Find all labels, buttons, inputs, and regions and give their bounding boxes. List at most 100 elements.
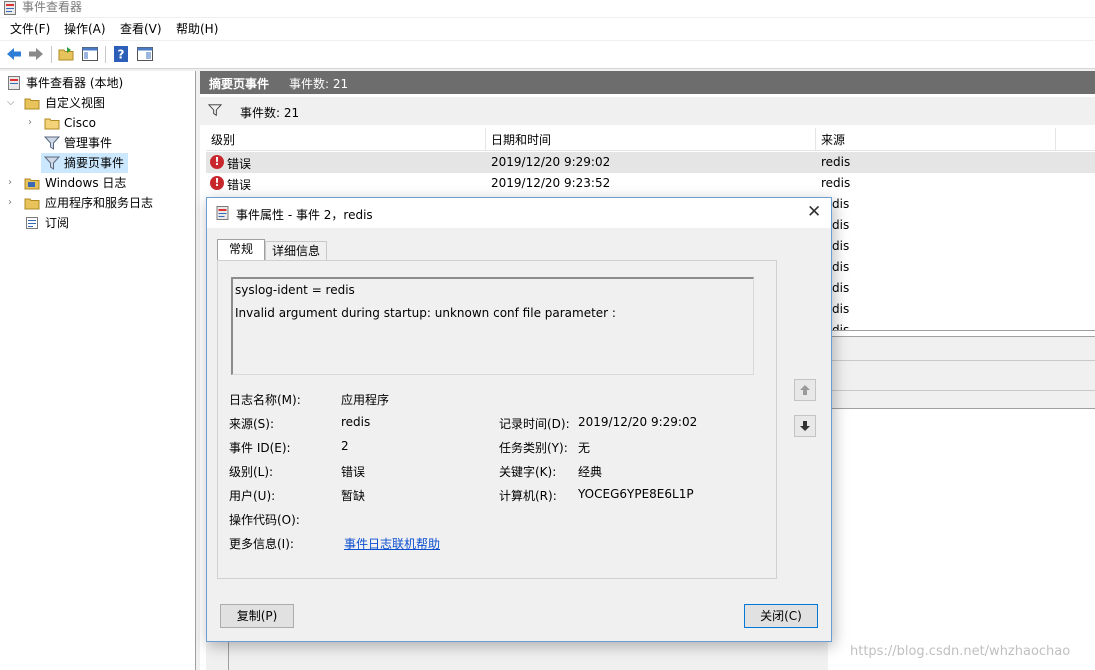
event-id-label: 事件 ID(E): xyxy=(229,441,291,455)
toolbar: ? xyxy=(0,41,1095,69)
preview-divider xyxy=(828,390,1095,391)
tree-item-custom-views[interactable]: ⌵ 自定义视图 xyxy=(4,93,194,113)
opcode-label: 操作代码(O): xyxy=(229,513,300,527)
pane-header: 摘要页事件 事件数: 21 xyxy=(200,71,1095,94)
tree-item-subscriptions[interactable]: 订阅 xyxy=(4,213,194,233)
chevron-down-icon[interactable]: ⌵ xyxy=(7,93,17,113)
error-icon: ! xyxy=(210,155,224,169)
preview-content xyxy=(828,408,1095,670)
tree-item-summary-events[interactable]: 摘要页事件 xyxy=(41,153,128,173)
chevron-right-icon[interactable]: › xyxy=(28,113,38,133)
table-row[interactable]: ! 错误 2019/12/20 9:23:52 redis xyxy=(206,173,1095,194)
dialog-title-bar[interactable]: 事件属性 - 事件 2，redis ✕ xyxy=(207,198,831,228)
tree-label-summary-events: 摘要页事件 xyxy=(64,156,125,170)
chevron-right-icon[interactable]: › xyxy=(8,173,18,193)
close-icon[interactable]: ✕ xyxy=(807,202,821,222)
action-pane-icon[interactable] xyxy=(136,45,154,63)
logged-value: 2019/12/20 9:29:02 xyxy=(578,415,698,429)
window-title-bar: 事件查看器 xyxy=(0,0,1095,17)
back-icon[interactable] xyxy=(5,45,23,63)
event-viewer-icon xyxy=(8,76,20,90)
menu-file[interactable]: 文件(F) xyxy=(10,21,50,37)
tree-label-root: 事件查看器 (本地) xyxy=(26,76,124,90)
tree-label-windows-logs: Windows 日志 xyxy=(45,176,127,190)
row-source: dis xyxy=(832,197,850,211)
level-label: 级别(L): xyxy=(229,465,274,479)
row-source: dis xyxy=(832,260,850,274)
window-title: 事件查看器 xyxy=(22,0,83,14)
folder-icon xyxy=(24,198,40,210)
tree-label-cisco: Cisco xyxy=(64,116,96,130)
folder-icon xyxy=(44,118,60,130)
general-tab-panel: syslog-ident = redis Invalid argument du… xyxy=(217,260,777,579)
row-level: 错误 xyxy=(227,178,252,192)
folder-icon xyxy=(24,98,40,110)
row-source: redis xyxy=(821,155,851,169)
event-properties-dialog: 事件属性 - 事件 2，redis ✕ 常规 详细信息 syslog-ident… xyxy=(206,197,832,642)
menu-help[interactable]: 帮助(H) xyxy=(176,21,218,37)
column-divider[interactable] xyxy=(485,128,486,150)
level-value: 错误 xyxy=(341,465,366,479)
message-line: Invalid argument during startup: unknown… xyxy=(235,306,616,320)
tree-item-cisco[interactable]: › Cisco xyxy=(4,113,194,133)
online-help-link[interactable]: 事件日志联机帮助 xyxy=(344,535,440,552)
close-button[interactable]: 关闭(C) xyxy=(744,604,818,628)
task-category-label: 任务类别(Y): xyxy=(499,441,568,455)
source-label: 来源(S): xyxy=(229,417,275,431)
row-source: dis xyxy=(832,239,850,253)
message-line: syslog-ident = redis xyxy=(235,283,355,297)
svg-text:?: ? xyxy=(118,48,125,62)
chevron-right-icon[interactable]: › xyxy=(8,193,18,213)
preview-divider xyxy=(828,360,1095,361)
table-row[interactable]: ! 错误 2019/12/20 9:29:02 redis xyxy=(206,152,1095,173)
column-divider[interactable] xyxy=(1055,128,1056,150)
tree-label-custom-views: 自定义视图 xyxy=(45,96,106,110)
filter-icon xyxy=(44,136,60,150)
subscription-icon xyxy=(26,217,38,229)
previous-event-button[interactable] xyxy=(794,379,816,401)
event-message-box[interactable]: syslog-ident = redis Invalid argument du… xyxy=(231,277,754,375)
tab-general[interactable]: 常规 xyxy=(217,239,265,260)
tree-label-subscriptions: 订阅 xyxy=(45,216,70,230)
row-datetime: 2019/12/20 9:29:02 xyxy=(491,155,611,169)
source-value: redis xyxy=(341,415,371,429)
watermark-text: https://blog.csdn.net/whzhaochao xyxy=(850,644,1071,659)
menu-action[interactable]: 操作(A) xyxy=(64,21,106,37)
column-header-datetime[interactable]: 日期和时间 xyxy=(491,131,551,148)
more-info-label: 更多信息(I): xyxy=(229,537,294,551)
row-datetime: 2019/12/20 9:23:52 xyxy=(491,176,611,190)
filter-icon xyxy=(208,104,222,117)
event-viewer-icon xyxy=(216,206,229,220)
pane-event-count: 事件数: 21 xyxy=(289,77,349,91)
log-name-value: 应用程序 xyxy=(341,393,390,407)
tree-item-app-service-logs[interactable]: › 应用程序和服务日志 xyxy=(4,193,194,213)
column-divider[interactable] xyxy=(815,128,816,150)
menu-view[interactable]: 查看(V) xyxy=(120,21,162,37)
computer-label: 计算机(R): xyxy=(499,489,557,503)
copy-button[interactable]: 复制(P) xyxy=(220,604,294,628)
arrow-up-icon xyxy=(800,385,810,395)
logged-label: 记录时间(D): xyxy=(499,417,570,431)
open-folder-icon[interactable] xyxy=(58,45,76,63)
console-tree-icon[interactable] xyxy=(81,45,99,63)
help-icon[interactable]: ? xyxy=(112,45,130,63)
column-header-level[interactable]: 级别 xyxy=(211,131,235,148)
next-event-button[interactable] xyxy=(794,415,816,437)
tree-item-windows-logs[interactable]: › Windows 日志 xyxy=(4,173,194,193)
keywords-value: 经典 xyxy=(578,465,603,479)
row-source: dis xyxy=(832,323,850,330)
row-source: dis xyxy=(832,218,850,232)
column-header-source[interactable]: 来源 xyxy=(821,131,845,148)
filter-icon xyxy=(44,156,60,170)
partial-source-column: dis dis dis dis dis dis dis xyxy=(832,194,852,330)
preview-border xyxy=(228,640,229,670)
tree-item-root[interactable]: 事件查看器 (本地) xyxy=(4,73,194,93)
log-folder-icon xyxy=(24,178,40,190)
filter-bar: 事件数: 21 xyxy=(200,97,1095,125)
tab-details[interactable]: 详细信息 xyxy=(265,241,327,260)
filter-event-count: 事件数: 21 xyxy=(240,106,300,120)
forward-icon[interactable] xyxy=(27,45,45,63)
tree-label-app-service-logs: 应用程序和服务日志 xyxy=(45,196,154,210)
tree-item-admin-events[interactable]: 管理事件 xyxy=(4,133,194,153)
tree-label-admin-events: 管理事件 xyxy=(64,136,113,150)
